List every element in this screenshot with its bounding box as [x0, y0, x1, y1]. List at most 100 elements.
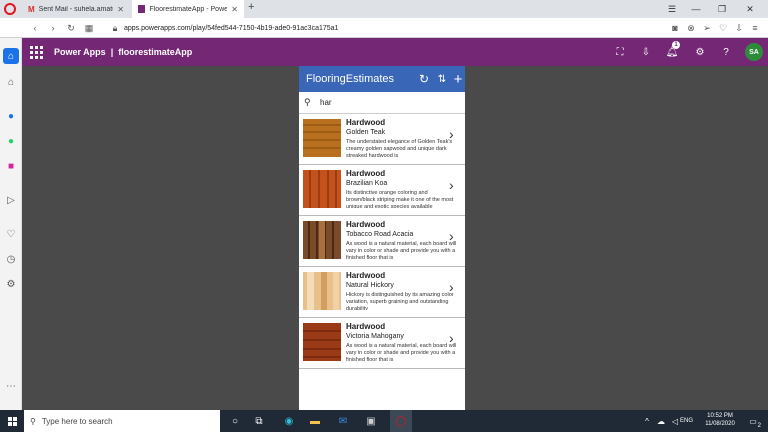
item-category: Hardwood — [346, 322, 386, 331]
block-icon[interactable]: ⊗ — [684, 18, 698, 38]
task-view-icon[interactable]: ⧉ — [248, 410, 270, 432]
add-icon[interactable]: + — [449, 66, 467, 92]
download-icon[interactable]: ⇩ — [732, 18, 746, 38]
browser-sidebar: ⌂ ⌂ ● ● ■ ▷ ♡ ◷ ⚙ ⋯ — [0, 38, 22, 410]
flooring-gallery: Hardwood Golden Teak The understated ele… — [299, 114, 465, 370]
forward-icon[interactable]: › — [46, 18, 60, 38]
mail-icon[interactable]: ✉ — [332, 410, 354, 432]
chevron-right-icon[interactable]: › — [449, 228, 454, 244]
product-thumbnail — [303, 221, 341, 259]
refresh-icon[interactable]: ↻ — [415, 66, 433, 92]
notification-count: 2 — [757, 423, 761, 429]
tab-floorestimate[interactable]: FloorestimateApp - Power A... ✕ — [132, 0, 244, 18]
product-thumbnail — [303, 119, 341, 157]
menu-icon[interactable]: ≡ — [748, 18, 762, 38]
item-name: Tobacco Road Acacia — [346, 231, 414, 238]
item-category: Hardwood — [346, 169, 386, 178]
more-icon[interactable]: ⋯ — [3, 378, 19, 394]
app-title-bar: FlooringEstimates ↻ ⇅ + — [299, 66, 465, 92]
item-description: The understated elegance of Golden Teak'… — [346, 139, 453, 157]
lock-icon: 🔒︎ — [112, 22, 118, 33]
list-item[interactable]: Hardwood Golden Teak The understated ele… — [299, 114, 465, 165]
clock-time: 10:52 PM — [707, 413, 733, 419]
item-name: Natural Hickory — [346, 282, 394, 289]
tab-sent-mail[interactable]: M Sent Mail - suhela.amatull@... ✕ — [22, 0, 130, 18]
item-name: Victoria Mahogany — [346, 333, 404, 340]
download-icon[interactable]: ⇩ — [636, 38, 656, 66]
cortana-icon[interactable]: ○ — [224, 410, 246, 432]
settings-icon[interactable]: ⚙ — [690, 38, 710, 66]
explorer-icon[interactable]: ▬ — [304, 410, 326, 432]
app-title: FlooringEstimates — [306, 73, 395, 85]
heart-icon[interactable]: ♡ — [3, 226, 19, 242]
chevron-right-icon[interactable]: › — [449, 177, 454, 193]
clock-date: 11/08/2020 — [705, 421, 735, 427]
list-item[interactable]: Hardwood Victoria Mahogany As wood is a … — [299, 318, 465, 369]
fit-screen-icon[interactable]: ⛶ — [610, 38, 630, 66]
list-item[interactable]: Hardwood Natural Hickory Hickory is dist… — [299, 267, 465, 318]
heart-icon[interactable]: ♡ — [716, 18, 730, 38]
tab-label: Sent Mail - suhela.amatull@... — [38, 5, 114, 13]
brand-label: Power Apps — [54, 47, 106, 57]
history-icon[interactable]: ◷ — [3, 251, 19, 267]
reload-icon[interactable]: ↻ — [64, 18, 78, 38]
avatar[interactable]: SA — [745, 43, 763, 61]
start-button[interactable] — [0, 410, 24, 432]
list-item[interactable]: Hardwood Tobacco Road Acacia As wood is … — [299, 216, 465, 267]
item-description: As wood is a natural material, each boar… — [346, 241, 457, 259]
notification-bell-icon[interactable]: 🔔︎ 1 — [662, 38, 682, 66]
item-category: Hardwood — [346, 118, 386, 127]
clock[interactable]: 10:52 PM 11/08/2020 — [700, 412, 740, 428]
item-description: As wood is a natural material, each boar… — [346, 343, 457, 361]
product-thumbnail — [303, 170, 341, 208]
whatsapp-icon[interactable]: ● — [3, 133, 19, 149]
opera-icon[interactable]: ◯ — [390, 410, 412, 432]
close-icon[interactable]: ✕ — [117, 5, 124, 14]
header-title: Power Apps | floorestimateApp — [54, 38, 192, 66]
bookmark-icon[interactable]: ⌂ — [3, 74, 19, 90]
chevron-right-icon[interactable]: › — [449, 279, 454, 295]
opera-logo[interactable] — [4, 3, 16, 15]
close-window-icon[interactable]: ✕ — [736, 0, 764, 18]
action-center-icon[interactable]: ▭ 2 — [742, 410, 764, 432]
waffle-icon[interactable] — [28, 44, 44, 60]
taskbar-search[interactable]: ⚲ Type here to search — [24, 410, 220, 432]
chevron-right-icon[interactable]: › — [449, 126, 454, 142]
back-icon[interactable]: ‹ — [28, 18, 42, 38]
item-category: Hardwood — [346, 271, 386, 280]
item-category: Hardwood — [346, 220, 386, 229]
url-field[interactable]: apps.powerapps.com/play/54fed544-7150-4b… — [124, 18, 338, 38]
speed-dial-icon[interactable]: ▦ — [82, 18, 96, 38]
send-icon[interactable]: ➢ — [700, 18, 714, 38]
new-tab-button[interactable]: + — [248, 1, 254, 13]
search-icon: ⚲ — [30, 416, 36, 426]
powerapps-header: Power Apps | floorestimateApp ⛶ ⇩ 🔔︎ 1 ⚙… — [22, 38, 768, 66]
app-name-label: floorestimateApp — [118, 47, 193, 57]
maximize-icon[interactable]: ❐ — [708, 0, 736, 18]
tab-label: FloorestimateApp - Power A... — [149, 5, 228, 13]
camera-icon[interactable]: ◙ — [668, 18, 682, 38]
browser-tab-strip: M Sent Mail - suhela.amatull@... ✕ Floor… — [0, 0, 768, 18]
close-icon[interactable]: ✕ — [231, 5, 238, 14]
help-icon[interactable]: ? — [716, 38, 736, 66]
list-item[interactable]: Hardwood Brazilian Koa Its distinctive o… — [299, 165, 465, 216]
flooring-app: FlooringEstimates ↻ ⇅ + ⚲ Hardwood Golde… — [299, 66, 465, 410]
instagram-icon[interactable]: ■ — [3, 158, 19, 174]
chevron-right-icon[interactable]: › — [449, 330, 454, 346]
item-description: Hickory is distinguished by its amazing … — [346, 292, 454, 310]
send-icon[interactable]: ▷ — [3, 192, 19, 208]
minimize-icon[interactable]: — — [682, 0, 710, 18]
taskbar-search-placeholder: Type here to search — [41, 416, 113, 426]
messenger-icon[interactable]: ● — [3, 108, 19, 124]
language-indicator[interactable]: ENG — [680, 410, 693, 432]
settings-icon[interactable]: ⚙ — [3, 276, 19, 292]
notification-badge: 1 — [672, 41, 680, 49]
separator: | — [110, 47, 114, 57]
powerapps-icon — [138, 5, 146, 13]
home-icon[interactable]: ⌂ — [3, 48, 19, 64]
search-input[interactable] — [320, 98, 450, 107]
url-text: apps.powerapps.com/play/54fed544-7150-4b… — [124, 24, 339, 32]
edge-icon[interactable]: ◉ — [278, 410, 300, 432]
address-bar: ‹ › ↻ ▦ 🔒︎ apps.powerapps.com/play/54fed… — [0, 18, 768, 38]
store-icon[interactable]: ▣ — [360, 410, 382, 432]
